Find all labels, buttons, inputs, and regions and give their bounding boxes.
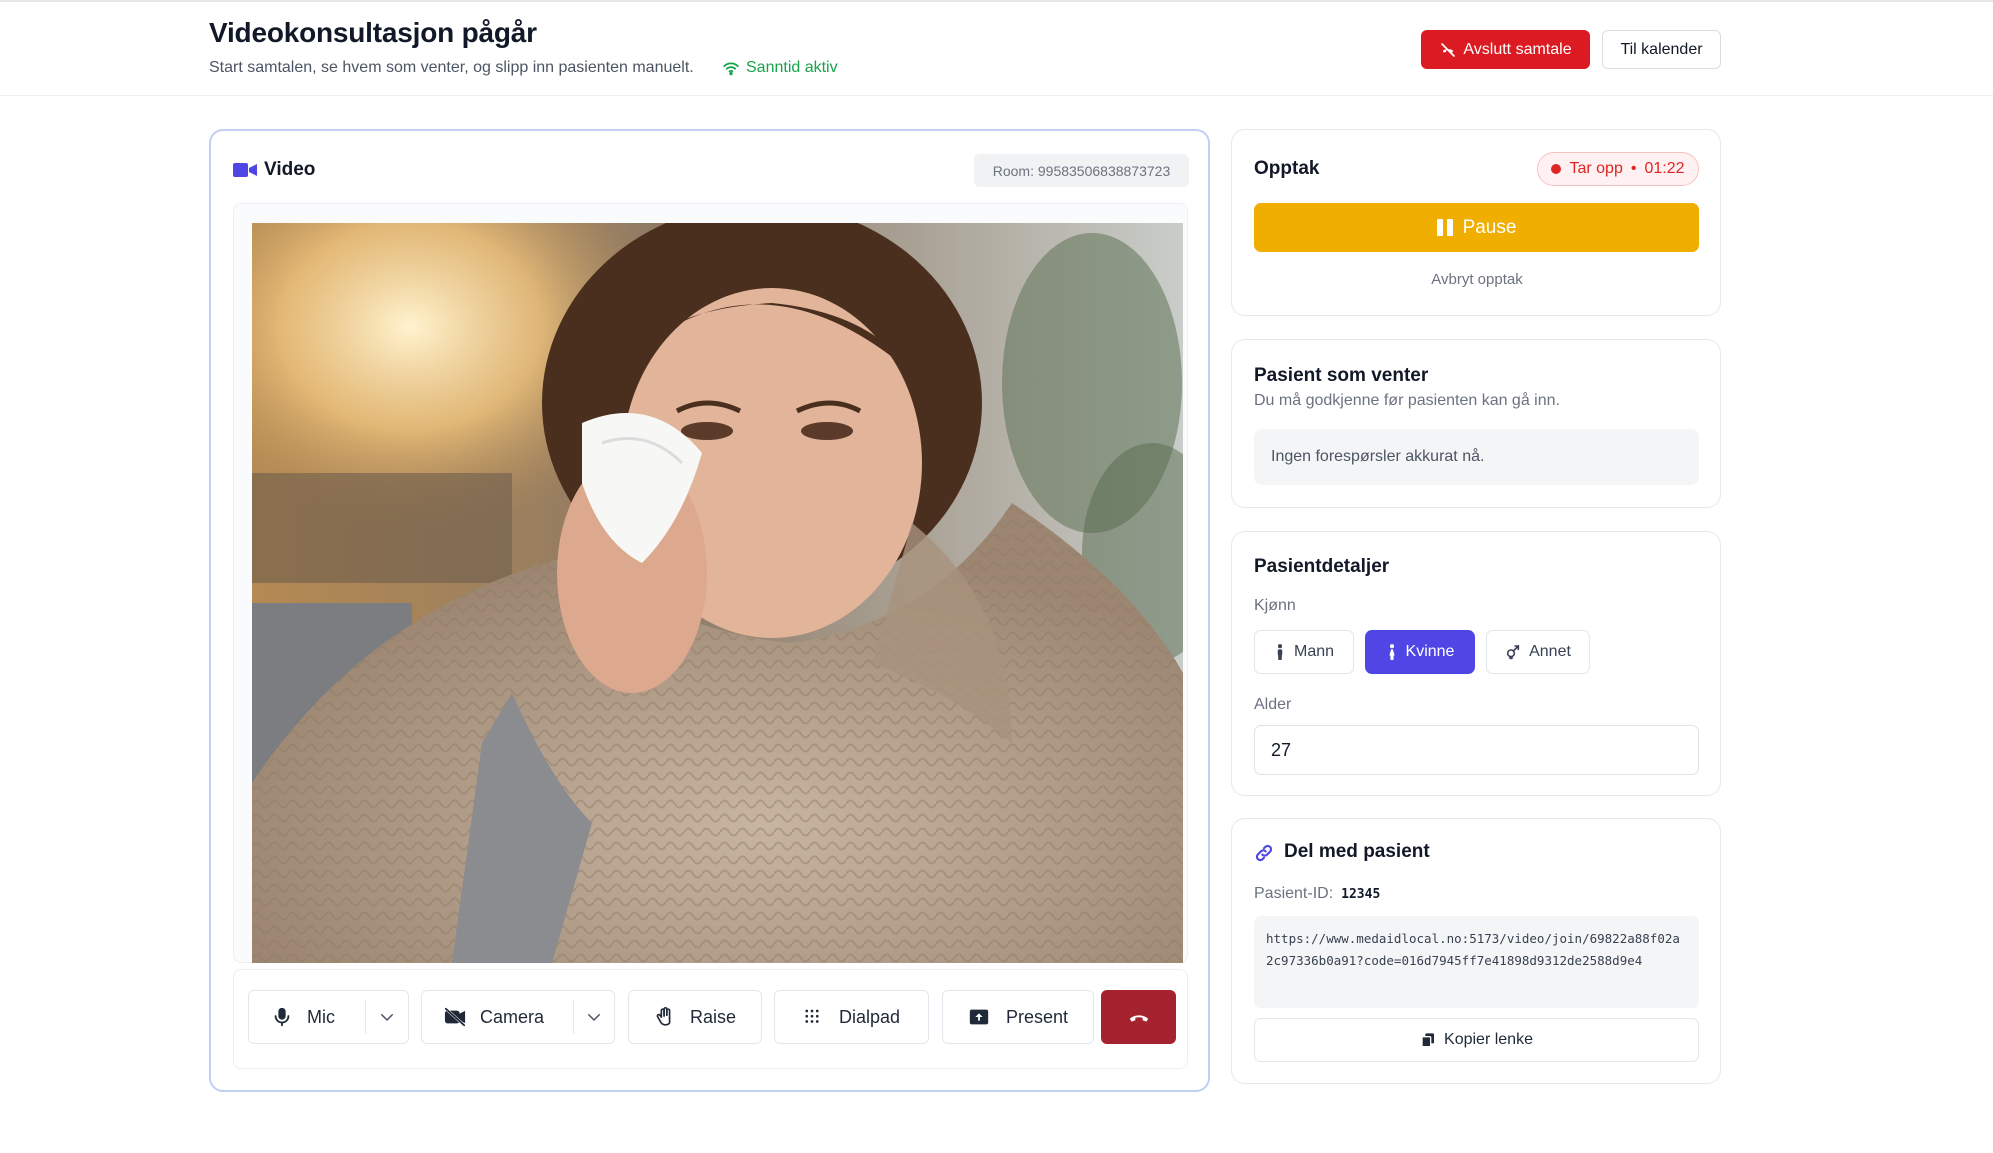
join-link-box[interactable]: https://www.medaidlocal.no:5173/video/jo… xyxy=(1254,916,1699,1008)
mic-control: Mic xyxy=(248,990,409,1044)
male-person-icon xyxy=(1277,644,1283,660)
recording-status-badge: Tar opp • 01:22 xyxy=(1537,152,1699,186)
copy-link-label: Kopier lenke xyxy=(1444,1031,1533,1048)
waiting-title: Pasient som venter xyxy=(1254,365,1429,386)
patient-id-value: 12345 xyxy=(1341,887,1381,902)
microphone-icon xyxy=(274,1007,290,1027)
present-button[interactable]: Present xyxy=(942,990,1094,1044)
pause-icon xyxy=(1436,219,1453,236)
female-person-icon xyxy=(1388,644,1395,660)
video-stage xyxy=(233,203,1188,963)
video-camera-icon xyxy=(233,163,257,177)
patient-video-image xyxy=(252,223,1183,963)
bullet-separator: • xyxy=(1630,160,1637,177)
phone-hangup-icon xyxy=(1129,1015,1148,1022)
raise-hand-button[interactable]: Raise xyxy=(628,990,762,1044)
waiting-description: Du må godkjenne før pasienten kan gå inn… xyxy=(1254,392,1560,409)
gender-option-label: Annet xyxy=(1529,643,1571,660)
age-label: Alder xyxy=(1254,696,1292,713)
mic-label: Mic xyxy=(307,1006,335,1027)
screen-share-icon xyxy=(969,1009,989,1025)
cancel-recording-link[interactable]: Avbryt opptak xyxy=(1232,271,1722,288)
present-label: Present xyxy=(1005,1006,1069,1027)
camera-off-icon xyxy=(444,1007,466,1027)
dialpad-label: Dialpad xyxy=(838,1006,901,1027)
camera-control: Camera xyxy=(421,990,615,1044)
waiting-empty-state: Ingen forespørsler akkurat nå. xyxy=(1254,429,1699,485)
page-subtitle: Start samtalen, se hvem som venter, og s… xyxy=(209,59,694,76)
gender-option-male[interactable]: Mann xyxy=(1254,630,1354,674)
dialpad-button[interactable]: Dialpad xyxy=(774,990,929,1044)
recording-status: Tar opp xyxy=(1569,160,1623,177)
pause-recording-button[interactable]: Pause xyxy=(1254,203,1699,252)
end-call-label: Avslutt samtale xyxy=(1463,40,1572,58)
copy-icon xyxy=(1421,1033,1435,1048)
remote-video-feed xyxy=(252,223,1183,963)
camera-options-button[interactable] xyxy=(574,1008,614,1026)
waiting-patient-card: Pasient som venter Du må godkjenne før p… xyxy=(1231,339,1721,508)
video-title: Video xyxy=(264,159,316,180)
recording-card: Opptak Tar opp • 01:22 Pause Avbryt oppt… xyxy=(1231,129,1721,316)
end-call-button[interactable]: Avslutt samtale xyxy=(1421,30,1590,69)
gender-option-label: Mann xyxy=(1293,643,1335,660)
call-controls: Mic Camera Raise Dialpad Present xyxy=(233,969,1188,1069)
dialpad-icon xyxy=(805,1009,819,1023)
share-with-patient-card: Del med pasient Pasient-ID: 12345 https:/… xyxy=(1231,818,1721,1084)
gender-other-icon xyxy=(1506,645,1520,660)
calendar-button[interactable]: Til kalender xyxy=(1602,30,1721,69)
patient-id-row: Pasient-ID: 12345 xyxy=(1254,885,1380,903)
patient-details-card: Pasientdetaljer Kjønn Mann Kvinne Annet … xyxy=(1231,531,1721,796)
patient-id-label: Pasient-ID: xyxy=(1254,885,1334,902)
link-icon xyxy=(1255,844,1273,862)
hang-up-button[interactable] xyxy=(1101,990,1176,1044)
share-title: Del med pasient xyxy=(1284,841,1430,862)
recording-dot-icon xyxy=(1551,164,1562,174)
gender-option-label: Kvinne xyxy=(1405,643,1455,660)
details-title: Pasientdetaljer xyxy=(1254,556,1390,577)
chevron-down-icon xyxy=(381,1014,393,1022)
live-status: Sanntid aktiv xyxy=(722,59,838,77)
gender-option-other[interactable]: Annet xyxy=(1486,630,1590,674)
wifi-icon xyxy=(723,62,739,76)
video-card: Video Room: 99583506838873723 Mic Camera… xyxy=(209,129,1210,1092)
recording-timer: 01:22 xyxy=(1644,160,1685,177)
gender-option-female[interactable]: Kvinne xyxy=(1365,630,1475,674)
phone-off-icon xyxy=(1441,42,1456,57)
recording-title: Opptak xyxy=(1254,158,1320,179)
copy-link-button[interactable]: Kopier lenke xyxy=(1254,1018,1699,1062)
chevron-down-icon xyxy=(588,1014,600,1022)
live-status-label: Sanntid aktiv xyxy=(746,59,838,76)
raise-label: Raise xyxy=(689,1006,737,1027)
pause-label: Pause xyxy=(1462,216,1517,238)
age-input[interactable]: 27 xyxy=(1254,725,1699,775)
camera-button[interactable]: Camera xyxy=(422,1006,573,1028)
mic-button[interactable]: Mic xyxy=(249,1006,365,1028)
mic-options-button[interactable] xyxy=(366,1008,408,1026)
gender-label: Kjønn xyxy=(1254,597,1296,614)
camera-label: Camera xyxy=(480,1006,545,1027)
page-header: Videokonsultasjon pågår Start samtalen, … xyxy=(0,2,1993,96)
hand-icon xyxy=(656,1007,671,1026)
page-title: Videokonsultasjon pågår xyxy=(209,17,537,48)
room-id-badge: Room: 99583506838873723 xyxy=(974,154,1189,187)
